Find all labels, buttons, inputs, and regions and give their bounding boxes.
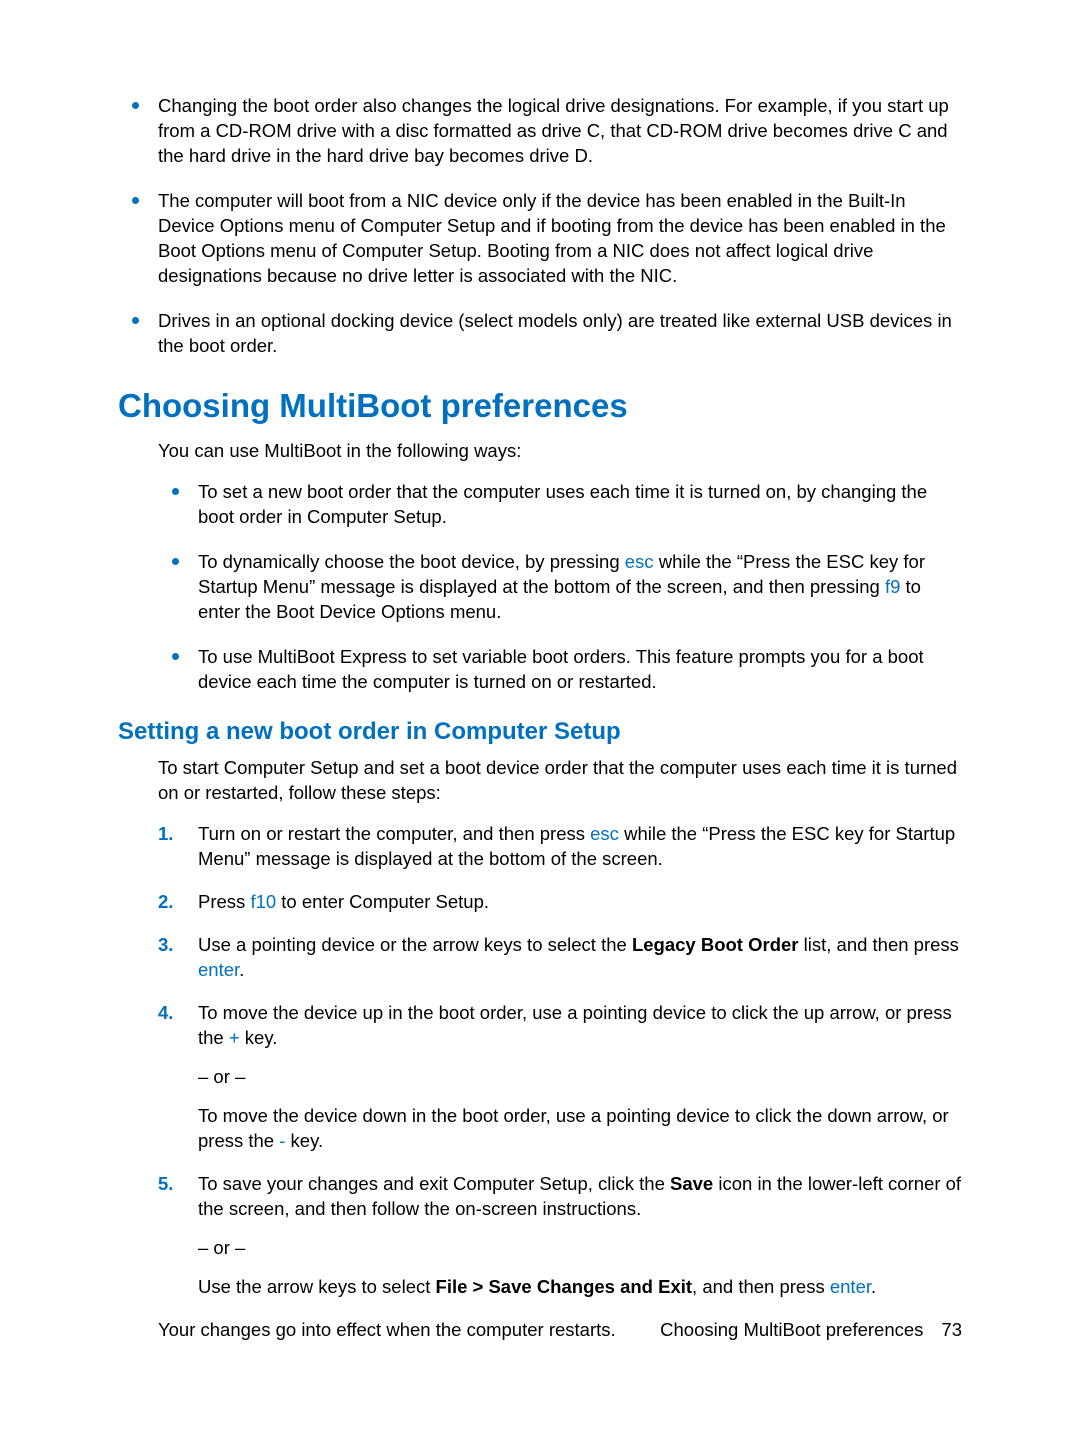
or-separator: – or –: [198, 1236, 962, 1261]
step-item: 4. To move the device up in the boot ord…: [158, 1001, 962, 1154]
step-text: To save your changes and exit Computer S…: [198, 1173, 961, 1219]
step-text: Use the arrow keys to select File > Save…: [198, 1275, 962, 1300]
page-footer: Choosing MultiBoot preferences 73: [660, 1319, 962, 1341]
bullet-text: To set a new boot order that the compute…: [198, 481, 927, 527]
bullet-icon: [132, 102, 139, 109]
top-bullets: Changing the boot order also changes the…: [118, 94, 962, 359]
step-item: 5. To save your changes and exit Compute…: [158, 1172, 962, 1300]
step-item: 3. Use a pointing device or the arrow ke…: [158, 933, 962, 983]
key-esc: esc: [625, 551, 654, 572]
bullet-icon: [172, 558, 179, 565]
key-enter: enter: [198, 959, 239, 980]
key-plus: +: [229, 1027, 240, 1048]
intro-paragraph: You can use MultiBoot in the following w…: [158, 439, 962, 464]
mid-bullets: To set a new boot order that the compute…: [158, 480, 962, 695]
list-item: The computer will boot from a NIC device…: [118, 189, 962, 289]
intro-paragraph: To start Computer Setup and set a boot d…: [158, 756, 962, 806]
page-number: 73: [941, 1319, 962, 1340]
step-number: 2.: [158, 890, 173, 915]
step-text: To move the device down in the boot orde…: [198, 1104, 962, 1154]
step-text: Turn on or restart the computer, and the…: [198, 823, 955, 869]
step-text: Use a pointing device or the arrow keys …: [198, 934, 959, 980]
step-text: To move the device up in the boot order,…: [198, 1002, 952, 1048]
bold-text: Legacy Boot Order: [632, 934, 799, 955]
bullet-icon: [172, 488, 179, 495]
bullet-text: Changing the boot order also changes the…: [158, 95, 949, 166]
step-number: 1.: [158, 822, 173, 847]
or-separator: – or –: [198, 1065, 962, 1090]
step-text: Press f10 to enter Computer Setup.: [198, 891, 489, 912]
list-item: Changing the boot order also changes the…: [118, 94, 962, 169]
bullet-text: To dynamically choose the boot device, b…: [198, 551, 925, 622]
step-item: 2. Press f10 to enter Computer Setup.: [158, 890, 962, 915]
bullet-text: The computer will boot from a NIC device…: [158, 190, 946, 286]
key-f10: f10: [250, 891, 276, 912]
footer-section-label: Choosing MultiBoot preferences: [660, 1319, 923, 1340]
bullet-icon: [172, 653, 179, 660]
list-item: To set a new boot order that the compute…: [158, 480, 962, 530]
step-number: 4.: [158, 1001, 173, 1026]
list-item: Drives in an optional docking device (se…: [118, 309, 962, 359]
step-number: 5.: [158, 1172, 173, 1197]
subsection-heading: Setting a new boot order in Computer Set…: [118, 718, 962, 746]
step-item: 1. Turn on or restart the computer, and …: [158, 822, 962, 872]
key-enter: enter: [830, 1276, 871, 1297]
section-heading: Choosing MultiBoot preferences: [118, 387, 962, 425]
bold-text: File > Save Changes and Exit: [436, 1276, 693, 1297]
list-item: To use MultiBoot Express to set variable…: [158, 645, 962, 695]
step-number: 3.: [158, 933, 173, 958]
bullet-icon: [132, 197, 139, 204]
bold-text: Save: [670, 1173, 713, 1194]
steps-list: 1. Turn on or restart the computer, and …: [158, 822, 962, 1300]
key-f9: f9: [885, 576, 900, 597]
key-esc: esc: [590, 823, 619, 844]
bullet-text: To use MultiBoot Express to set variable…: [198, 646, 924, 692]
list-item: To dynamically choose the boot device, b…: [158, 550, 962, 625]
bullet-text: Drives in an optional docking device (se…: [158, 310, 952, 356]
bullet-icon: [132, 317, 139, 324]
